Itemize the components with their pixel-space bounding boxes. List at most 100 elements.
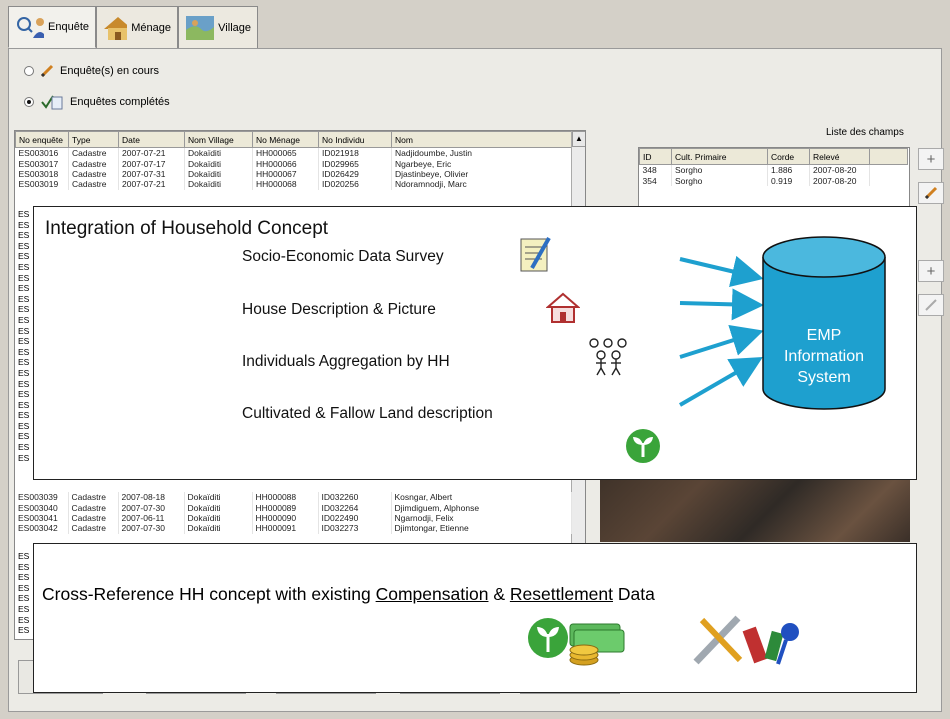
table-cell: 348	[639, 164, 672, 176]
table-cell: Dokaïditi	[184, 512, 253, 524]
table-cell: 2007-07-21	[118, 179, 185, 190]
scroll-up-arrow-icon[interactable]: ▲	[572, 131, 585, 147]
table-cell: HH000089	[252, 502, 319, 513]
table-cell: Dokaïditi	[184, 523, 253, 534]
table-cell: 2007-08-20	[809, 175, 870, 186]
cross-reference-callout: Cross-Reference HH concept with existing…	[33, 543, 917, 693]
table-cell: ES003016	[15, 147, 69, 159]
table-row[interactable]: ES003019 Cadastre 2007-07-21 Dokaïditi HH000…	[15, 179, 572, 190]
edit-field-button[interactable]	[918, 182, 944, 204]
table-cell: Dokaïditi	[184, 502, 253, 513]
column-header[interactable]: No enquête	[15, 131, 69, 148]
edit-photo-button[interactable]	[918, 294, 944, 316]
table-cell: Sorgho	[671, 175, 768, 186]
table-row[interactable]: ES003016 Cadastre 2007-07-21 Dokaïditi HH000…	[15, 147, 572, 159]
column-header[interactable]: Cult. Primaire	[671, 148, 768, 165]
database-label-line: System	[797, 369, 851, 386]
filter-label: Enquête(s) en cours	[60, 65, 160, 77]
bullet-survey: Socio-Economic Data Survey	[242, 248, 444, 265]
table-row[interactable]: ES003041 Cadastre 2007-06-11 Dokaïditi HH000…	[15, 512, 572, 524]
table-row[interactable]: ES003018 Cadastre 2007-07-31 Dokaïditi HH000…	[15, 168, 572, 180]
table-cell: Ngarbeye, Eric	[391, 158, 572, 169]
bullet-land: Cultivated & Fallow Land description	[242, 405, 493, 422]
table-cell: ID032273	[318, 523, 392, 534]
fields-panel-title: Liste des champs	[826, 127, 904, 138]
table-cell: Dokaïditi	[184, 168, 253, 180]
add-photo-button[interactable]: +	[918, 260, 944, 282]
resettlement-link[interactable]: Resettlement	[510, 584, 613, 604]
table-cell: ID032264	[318, 502, 392, 513]
pencil-icon	[925, 299, 937, 311]
column-header[interactable]: No Individu	[318, 131, 392, 148]
column-header[interactable]: Nom Village	[184, 131, 253, 148]
tab-label: Enquête	[48, 21, 89, 33]
cross-reference-text: Cross-Reference HH concept with existing…	[42, 584, 655, 604]
pencil-icon	[40, 64, 54, 78]
table-cell: Cadastre	[68, 502, 119, 513]
table-cell: ID032260	[318, 492, 392, 503]
tab-village[interactable]: Village	[178, 6, 258, 48]
table-row[interactable]: 354 Sorgho 0.919 2007-08-20	[639, 175, 908, 186]
table-cell: HH000065	[252, 147, 319, 159]
table-row[interactable]: ES003042 Cadastre 2007-07-30 Dokaïditi HH000…	[15, 523, 572, 534]
house-photo	[600, 470, 910, 542]
table-cell: 2007-07-21	[118, 147, 185, 159]
table-header-row: No enquête Type Date Nom Village No Ména…	[15, 131, 572, 148]
table-cell: 2007-07-30	[118, 523, 185, 534]
column-header[interactable]: Corde	[767, 148, 810, 165]
filter-in-progress[interactable]: Enquête(s) en cours	[24, 64, 159, 78]
table-cell: Dokaïditi	[184, 179, 253, 190]
table-cell: ES003039	[15, 492, 69, 503]
people-group-icon	[589, 338, 627, 376]
table-cell: 2007-08-20	[809, 164, 870, 176]
table-cell: ES003018	[15, 168, 69, 180]
compensation-link[interactable]: Compensation	[376, 584, 489, 604]
column-header[interactable]: No Ménage	[252, 131, 319, 148]
person-search-icon	[17, 17, 45, 38]
village-map-icon	[186, 15, 215, 40]
fields-table: ID Cult. Primaire Corde Relevé 348 Sorgho…	[638, 147, 910, 207]
column-header[interactable]: Nom	[391, 131, 572, 148]
column-header[interactable]: Type	[68, 131, 119, 148]
table-cell: HH000066	[252, 158, 319, 169]
tab-label: Ménage	[131, 21, 171, 34]
table-cell: Ndoramnodji, Marc	[391, 179, 572, 190]
table-cell: ES003019	[15, 179, 69, 190]
table-cell: ID022490	[318, 512, 392, 524]
table-row[interactable]: 348 Sorgho 1.886 2007-08-20	[639, 164, 908, 176]
table-cell: ES003017	[15, 158, 69, 169]
callout-title: Integration of Household Concept	[45, 218, 329, 239]
bullet-individuals: Individuals Aggregation by HH	[242, 353, 450, 370]
table-cell: Cadastre	[68, 158, 119, 169]
database-label-line: EMP	[806, 327, 842, 344]
radio-completed[interactable]	[24, 97, 34, 107]
table-row[interactable]: ES003039 Cadastre 2007-08-18 Dokaïditi HH000…	[15, 492, 572, 503]
table-row[interactable]: ES003017 Cadastre 2007-07-17 Dokaïditi HH000…	[15, 158, 572, 169]
table-cell: Nadjidoumbe, Justin	[391, 147, 572, 159]
tab-menage[interactable]: Ménage	[96, 6, 178, 48]
radio-in-progress[interactable]	[24, 66, 34, 76]
table-cell: Cadastre	[68, 492, 119, 503]
table-cell: 2007-08-18	[118, 492, 185, 503]
table-cell: ES003042	[15, 523, 69, 534]
table-cell: HH000091	[252, 523, 319, 534]
table-cell: ID026429	[318, 168, 392, 180]
filter-completed[interactable]: Enquêtes complétés	[24, 94, 170, 110]
plant-leaf-icon	[626, 429, 660, 463]
bullet-house: House Description & Picture	[242, 301, 436, 318]
tab-enquete[interactable]: Enquête	[8, 6, 96, 48]
column-header[interactable]: Relevé	[809, 148, 870, 165]
table-cell: Dokaïditi	[184, 492, 253, 503]
table-cell: ID020256	[318, 179, 392, 190]
table-row[interactable]: ES003040 Cadastre 2007-07-30 Dokaïditi HH000…	[15, 502, 572, 513]
table-cell: ES003040	[15, 502, 69, 513]
add-field-button[interactable]: +	[918, 148, 944, 170]
column-header[interactable]: ID	[639, 148, 672, 165]
table-cell: Sorgho	[671, 164, 768, 176]
table-cell: HH000068	[252, 179, 319, 190]
column-header[interactable]: Date	[118, 131, 185, 148]
table-cell: 354	[639, 175, 672, 186]
table-cell: Djimtongar, Etienne	[391, 523, 572, 534]
table-cell: Kosngar, Albert	[391, 492, 572, 503]
table-cell: Cadastre	[68, 523, 119, 534]
